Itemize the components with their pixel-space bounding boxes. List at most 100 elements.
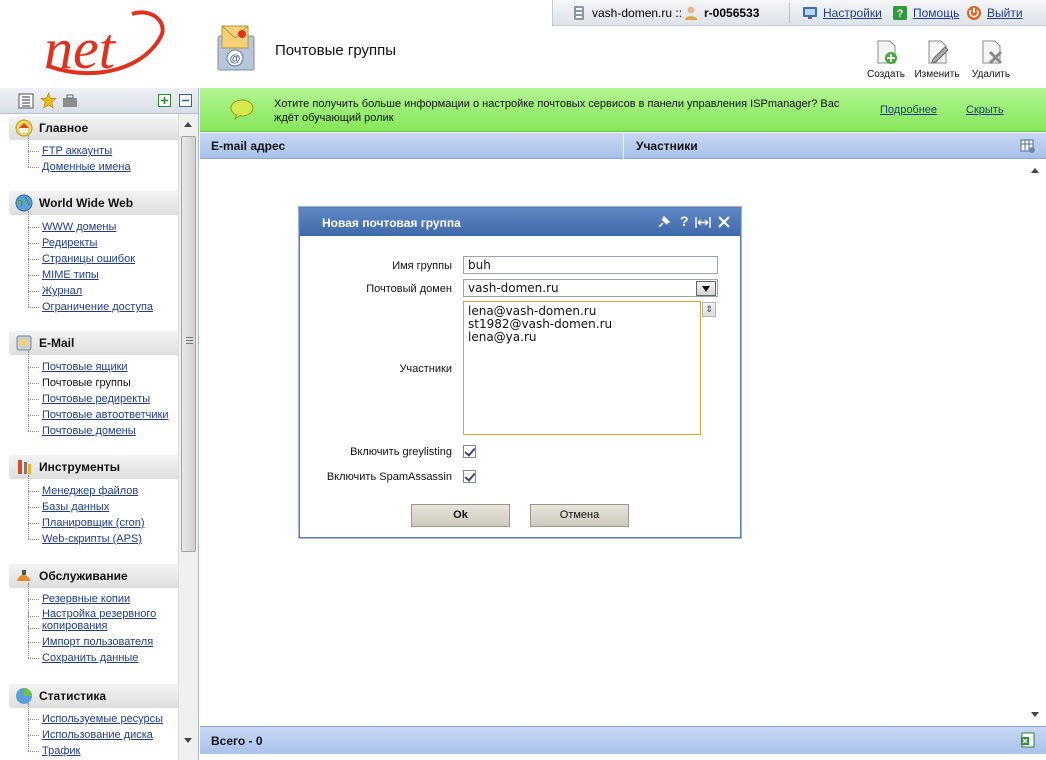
tools-icon bbox=[18, 460, 31, 474]
top-bar: vash-domen.ru :: r-0056533 Настройки ? П… bbox=[552, 0, 1046, 26]
sidebar-section-tools[interactable]: Инструменты bbox=[9, 455, 178, 479]
column-members[interactable]: Участники bbox=[636, 139, 698, 153]
sidebar-item-cron[interactable]: Планировщик (cron) bbox=[28, 507, 145, 531]
dialog-titlebar[interactable]: Новая почтовая группа ? bbox=[300, 208, 740, 236]
sidebar-item-access[interactable]: Ограничение доступа bbox=[28, 291, 153, 315]
sidebar-list-www: WWW домены Редиректы Страницы ошибок MIM… bbox=[28, 211, 153, 315]
sidebar-item-journal[interactable]: Журнал bbox=[28, 275, 153, 299]
favorites-star-icon[interactable] bbox=[40, 92, 57, 109]
sidebar-section-www[interactable]: World Wide Web bbox=[9, 191, 178, 215]
sidebar-scrollbar[interactable] bbox=[178, 114, 198, 760]
sidebar-item-www-domains[interactable]: WWW домены bbox=[28, 211, 153, 235]
mail-domain-select[interactable]: vash-domen.ru bbox=[463, 279, 718, 297]
logout-link[interactable]: Выйти bbox=[966, 5, 1023, 21]
scrollbar-thumb[interactable] bbox=[181, 136, 196, 552]
banner-hide-link[interactable]: Скрыть bbox=[966, 104, 1004, 116]
collapse-all-icon[interactable] bbox=[179, 94, 192, 107]
excel-export-icon[interactable] bbox=[1020, 732, 1036, 748]
banner-more-link[interactable]: Подробнее bbox=[880, 104, 937, 116]
grid-scroll-down-icon[interactable] bbox=[1031, 712, 1039, 717]
pin-icon[interactable] bbox=[657, 216, 670, 229]
home-icon bbox=[15, 119, 33, 137]
sidebar: Главное FTP аккаунты Доменные имена Worl… bbox=[0, 88, 199, 760]
svg-text:?: ? bbox=[897, 8, 904, 20]
sidebar-item-autoresponders[interactable]: Почтовые автоответчики bbox=[28, 399, 168, 423]
create-icon bbox=[877, 40, 897, 64]
sidebar-item-databases[interactable]: Базы данных bbox=[28, 491, 145, 515]
sidebar-section-main[interactable]: Главное bbox=[9, 116, 178, 140]
mail-domain-label: Почтовый домен bbox=[366, 283, 452, 295]
edit-button[interactable]: Изменить bbox=[909, 38, 965, 80]
dialog-help-icon[interactable]: ? bbox=[680, 213, 689, 229]
sidebar-item-mailboxes[interactable]: Почтовые ящики bbox=[28, 351, 168, 375]
maintenance-icon bbox=[17, 570, 31, 581]
sidebar-section-maintenance[interactable]: Обслуживание bbox=[9, 564, 178, 588]
help-label[interactable]: Помощь bbox=[913, 6, 959, 20]
scroll-down-arrow-icon[interactable] bbox=[184, 738, 192, 743]
expand-all-icon[interactable] bbox=[158, 94, 171, 107]
sidebar-item-mail-domains[interactable]: Почтовые домены bbox=[28, 415, 168, 439]
menu-list-icon[interactable] bbox=[18, 93, 34, 109]
settings-label[interactable]: Настройки bbox=[823, 6, 882, 20]
briefcase-icon[interactable] bbox=[62, 93, 78, 109]
expand-textarea-icon[interactable]: ⇕ bbox=[702, 302, 716, 317]
sidebar-item-save-data[interactable]: Сохранить данные bbox=[28, 642, 156, 666]
logout-label[interactable]: Выйти bbox=[987, 6, 1023, 20]
sidebar-item-backup-settings-cont[interactable]: копирования bbox=[28, 612, 156, 634]
cancel-button[interactable]: Отмена bbox=[530, 504, 629, 527]
grip-icon bbox=[186, 337, 193, 344]
members-textarea[interactable]: lena@vash-domen.ru st1982@vash-domen.ru … bbox=[463, 301, 701, 435]
resize-width-icon[interactable] bbox=[695, 216, 711, 229]
close-icon[interactable] bbox=[717, 215, 731, 229]
sidebar-item-mail-redirects[interactable]: Почтовые редиректы bbox=[28, 383, 168, 407]
sidebar-item-aps[interactable]: Web-скрипты (APS) bbox=[28, 523, 145, 547]
sidebar-item-domains[interactable]: Доменные имена bbox=[28, 151, 131, 175]
help-link[interactable]: ? Помощь bbox=[892, 5, 959, 21]
grid-scrollbar[interactable] bbox=[1026, 159, 1046, 725]
divider bbox=[789, 3, 790, 23]
power-icon bbox=[967, 6, 981, 20]
spamassassin-checkbox[interactable] bbox=[463, 470, 476, 483]
sidebar-item-backup-settings[interactable]: Настройка резервного bbox=[28, 600, 156, 620]
sidebar-item-disk-usage[interactable]: Использование диска bbox=[28, 719, 163, 743]
sidebar-item-traffic[interactable]: Трафик bbox=[28, 735, 163, 759]
scroll-up-arrow-icon[interactable] bbox=[184, 122, 192, 127]
server-icon bbox=[574, 6, 584, 20]
banner-line-1: Хотите получить больше информации о наст… bbox=[274, 98, 840, 110]
create-label: Создать bbox=[866, 69, 905, 80]
group-name-label: Имя группы bbox=[392, 260, 452, 272]
grid-scroll-up-icon[interactable] bbox=[1031, 168, 1039, 173]
sidebar-item-redirects[interactable]: Редиректы bbox=[28, 227, 153, 251]
sidebar-item-file-manager[interactable]: Менеджер файлов bbox=[28, 475, 145, 499]
sidebar-section-stats[interactable]: Статистика bbox=[9, 684, 178, 708]
net-logo[interactable]: net bbox=[38, 6, 168, 86]
banner-line-2: ждёт обучающий ролик bbox=[274, 112, 394, 124]
sidebar-item-resources[interactable]: Используемые ресурсы bbox=[28, 703, 163, 727]
chevron-down-icon[interactable] bbox=[696, 280, 716, 296]
create-button[interactable]: Создать bbox=[858, 38, 914, 80]
column-divider bbox=[623, 133, 624, 159]
sidebar-item-import-user[interactable]: Импорт пользователя bbox=[28, 626, 156, 650]
edit-icon bbox=[928, 40, 949, 64]
settings-link[interactable]: Настройки bbox=[802, 5, 882, 21]
sidebar-item-mime[interactable]: MIME типы bbox=[28, 259, 153, 283]
sidebar-item-ftp[interactable]: FTP аккаунты bbox=[28, 135, 131, 159]
sidebar-item-backups[interactable]: Резервные копии bbox=[28, 583, 156, 607]
delete-button[interactable]: Удалить bbox=[963, 38, 1019, 80]
sidebar-item-error-pages[interactable]: Страницы ошибок bbox=[28, 243, 153, 267]
group-name-input[interactable] bbox=[463, 256, 718, 274]
sidebar-section-email[interactable]: E-Mail bbox=[9, 331, 178, 355]
ok-button[interactable]: Ok bbox=[411, 504, 510, 527]
logo-text: net bbox=[44, 16, 117, 81]
sidebar-list-main: FTP аккаунты Доменные имена bbox=[28, 135, 131, 175]
sidebar-list-email: Почтовые ящики Почтовые группы Почтовые … bbox=[28, 351, 168, 439]
delete-label: Удалить bbox=[971, 69, 1011, 80]
greylisting-checkbox[interactable] bbox=[463, 445, 476, 458]
dialog-title: Новая почтовая группа bbox=[322, 216, 461, 230]
user-icon bbox=[685, 6, 697, 20]
sidebar-item-mail-groups[interactable]: Почтовые группы bbox=[28, 367, 168, 391]
column-email[interactable]: E-mail адрес bbox=[211, 139, 285, 153]
table-settings-icon[interactable] bbox=[1020, 138, 1036, 154]
sidebar-list-stats: Используемые ресурсы Использование диска… bbox=[28, 703, 163, 759]
account-domain: vash-domen.ru :: bbox=[571, 5, 682, 21]
